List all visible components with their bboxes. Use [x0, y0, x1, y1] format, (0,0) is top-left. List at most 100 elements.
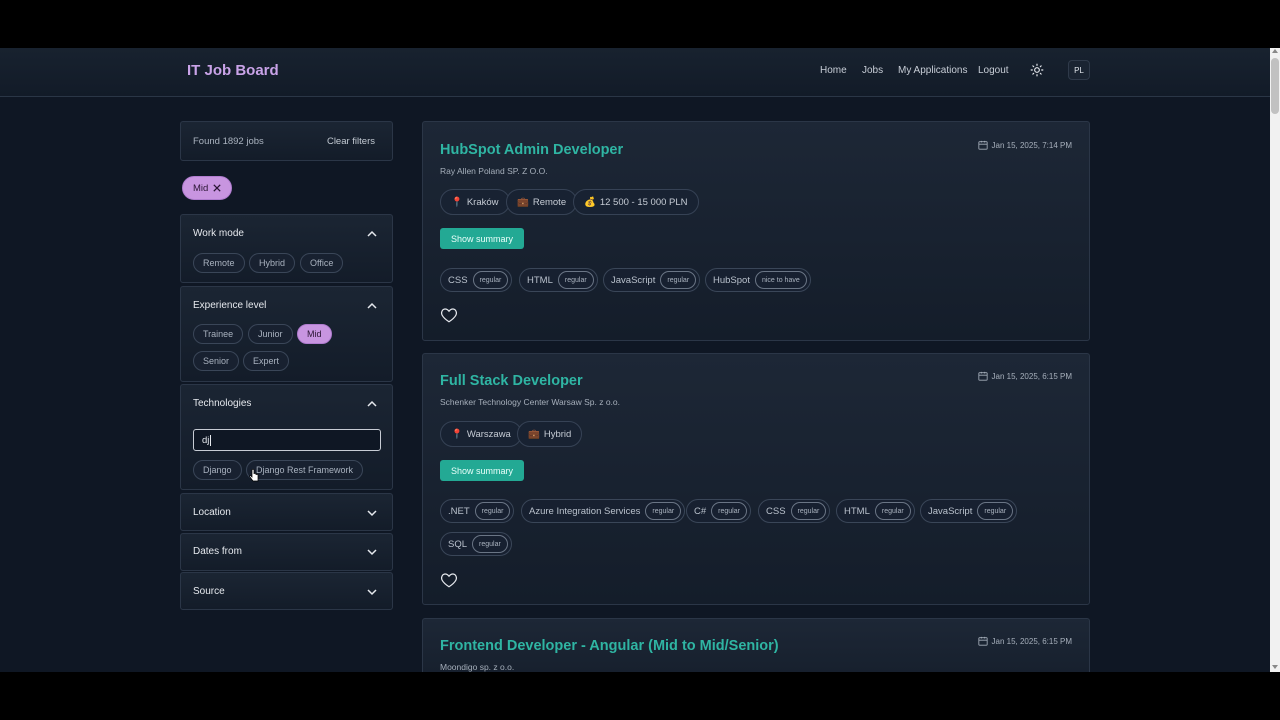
tech-name: SQL — [448, 538, 468, 550]
work-mode-title[interactable]: Work mode — [193, 228, 244, 239]
tech-tag: CSS regular — [440, 268, 513, 292]
chevron-down-icon[interactable] — [367, 587, 377, 597]
experience-trainee[interactable]: Trainee — [193, 324, 244, 344]
work-mode-text: Remote — [532, 196, 567, 208]
source-section[interactable]: Source — [180, 572, 393, 610]
technology-search-value: dj — [202, 434, 210, 446]
tech-level: nice to have — [754, 271, 807, 289]
show-summary-button[interactable]: Show summary — [440, 228, 525, 249]
chevron-up-icon[interactable] — [367, 301, 377, 311]
brand-logo[interactable]: IT Job Board — [187, 62, 279, 79]
tech-name: HTML — [844, 505, 870, 517]
source-title: Source — [193, 586, 225, 597]
tech-level: regular — [557, 271, 594, 289]
tech-level: regular — [711, 502, 747, 520]
scroll-up-arrow[interactable] — [1272, 49, 1278, 53]
tech-level: regular — [645, 502, 682, 520]
chevron-down-icon[interactable] — [367, 508, 377, 518]
briefcase-icon: 💼 — [517, 196, 529, 208]
hand-cursor-icon — [249, 469, 259, 482]
location-badge: 📍 Kraków — [440, 189, 510, 215]
heart-icon[interactable] — [440, 571, 458, 589]
salary-badge: 💰 12 500 - 15 000 PLN — [573, 189, 699, 215]
dates-from-section[interactable]: Dates from — [180, 533, 393, 571]
job-title[interactable]: Frontend Developer - Angular (Mid to Mid… — [440, 638, 779, 654]
location-title: Location — [193, 507, 231, 518]
experience-senior[interactable]: Senior — [193, 351, 240, 371]
calendar-icon — [977, 371, 988, 381]
salary-text: 12 500 - 15 000 PLN — [599, 196, 688, 208]
company-name: Schenker Technology Center Warsaw Sp. z … — [440, 397, 621, 407]
tech-tag: HTML regular — [836, 499, 915, 523]
experience-mid[interactable]: Mid — [297, 324, 332, 344]
technology-search-input[interactable]: dj — [193, 429, 381, 451]
tech-name: HubSpot — [713, 274, 750, 286]
nav-my-applications[interactable]: My Applications — [898, 65, 967, 76]
tech-tag: CSS regular — [758, 499, 831, 523]
app-viewport: IT Job Board Home Jobs My Applications L… — [0, 48, 1280, 672]
briefcase-icon: 💼 — [528, 428, 540, 440]
chevron-down-icon[interactable] — [367, 547, 377, 557]
posted-date: Jan 15, 2025, 7:14 PM — [977, 140, 1073, 150]
active-filter-chip[interactable]: Mid — [182, 176, 233, 200]
job-title[interactable]: HubSpot Admin Developer — [440, 142, 623, 158]
nav-logout[interactable]: Logout — [978, 65, 1009, 76]
money-bag-icon: 💰 — [584, 196, 596, 208]
tech-level: regular — [472, 271, 509, 289]
tech-level: regular — [874, 502, 911, 520]
close-icon[interactable] — [213, 184, 221, 192]
experience-level-title[interactable]: Experience level — [193, 300, 266, 311]
tech-name: JavaScript — [928, 505, 973, 517]
tech-tag: SQL regular — [440, 532, 512, 556]
nav-home[interactable]: Home — [820, 65, 847, 76]
technology-suggestion-drf[interactable]: Django Rest Framework — [246, 460, 364, 480]
work-mode-hybrid[interactable]: Hybrid — [249, 253, 296, 273]
tech-level: regular — [790, 502, 827, 520]
job-title[interactable]: Full Stack Developer — [440, 373, 583, 389]
posted-date-text: Jan 15, 2025, 6:15 PM — [991, 371, 1073, 381]
tech-level: regular — [474, 502, 511, 520]
technologies-title[interactable]: Technologies — [193, 398, 251, 409]
job-card: HubSpot Admin Developer Ray Allen Poland… — [422, 121, 1090, 341]
experience-junior[interactable]: Junior — [248, 324, 293, 344]
chevron-up-icon[interactable] — [367, 399, 377, 409]
theme-toggle-button[interactable] — [1027, 60, 1047, 80]
sun-icon — [1030, 63, 1044, 77]
posted-date-text: Jan 15, 2025, 6:15 PM — [991, 636, 1073, 646]
tech-tag: C# regular — [686, 499, 751, 523]
show-summary-button[interactable]: Show summary — [440, 460, 525, 481]
posted-date: Jan 15, 2025, 6:15 PM — [977, 371, 1073, 381]
technology-suggestion-django[interactable]: Django — [193, 460, 242, 480]
scroll-down-arrow[interactable] — [1272, 665, 1278, 669]
tech-name: CSS — [448, 274, 468, 286]
calendar-icon — [977, 636, 988, 646]
work-mode-text: Hybrid — [543, 428, 572, 440]
tech-name: Azure Integration Services — [529, 505, 641, 517]
language-button[interactable]: PL — [1068, 60, 1090, 80]
tech-tag: .NET regular — [440, 499, 515, 523]
company-name: Moondigo sp. z o.o. — [440, 662, 515, 672]
tech-name: C# — [694, 505, 707, 517]
tech-tag: JavaScript regular — [920, 499, 1018, 523]
posted-date-text: Jan 15, 2025, 7:14 PM — [991, 140, 1073, 150]
experience-expert[interactable]: Expert — [243, 351, 290, 371]
work-mode-section: Work mode Remote Hybrid Office — [180, 214, 393, 283]
experience-level-section: Experience level Trainee Junior Mid Seni… — [180, 286, 393, 382]
page-scrollbar[interactable] — [1270, 48, 1280, 672]
dates-from-title: Dates from — [193, 546, 242, 557]
work-mode-office[interactable]: Office — [300, 253, 344, 273]
tech-name: CSS — [766, 505, 786, 517]
tech-name: HTML — [527, 274, 553, 286]
work-mode-remote[interactable]: Remote — [193, 253, 245, 273]
clear-filters-button[interactable]: Clear filters — [327, 136, 375, 147]
chevron-up-icon[interactable] — [367, 229, 377, 239]
location-section[interactable]: Location — [180, 493, 393, 531]
pin-icon: 📍 — [451, 428, 463, 440]
tech-level: regular — [472, 535, 508, 553]
pin-icon: 📍 — [451, 196, 463, 208]
active-filter-label: Mid — [193, 182, 209, 194]
heart-icon[interactable] — [440, 306, 458, 324]
calendar-icon — [977, 140, 988, 150]
scrollbar-thumb[interactable] — [1271, 58, 1279, 114]
nav-jobs[interactable]: Jobs — [862, 65, 883, 76]
